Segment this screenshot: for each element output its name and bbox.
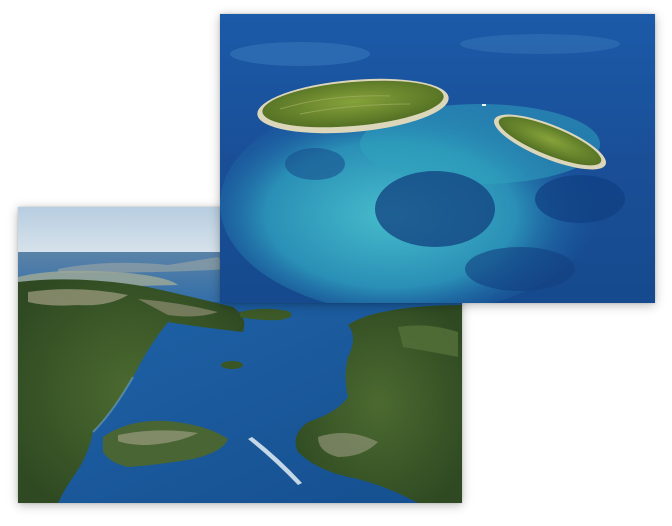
islands-aerial-photo — [220, 14, 655, 303]
islands-aerial-image — [220, 14, 655, 303]
